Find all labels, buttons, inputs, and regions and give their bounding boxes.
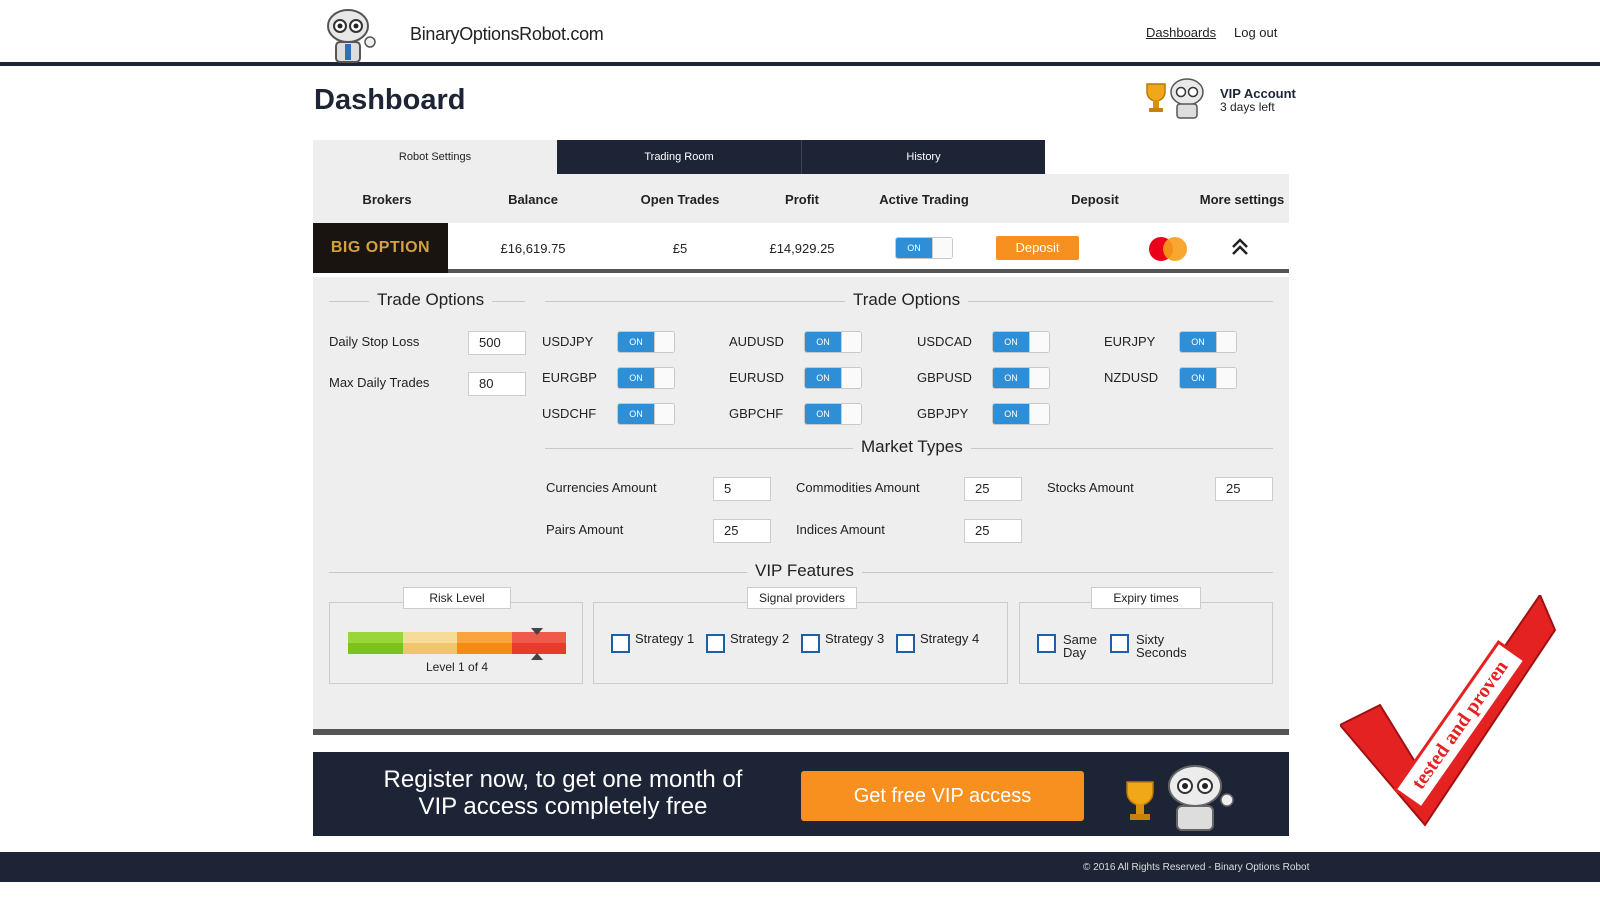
pair-label-eurjpy: EURJPY xyxy=(1104,334,1156,349)
toggle-gbpjpy[interactable]: ON xyxy=(992,403,1050,425)
trade-options-title-right: Trade Options xyxy=(845,290,969,310)
pair-label-gbpusd: GBPUSD xyxy=(917,370,972,385)
same-day-checkbox[interactable] xyxy=(1037,634,1056,653)
toggle-eurusd[interactable]: ON xyxy=(804,367,862,389)
indices-amount-label: Indices Amount xyxy=(796,522,885,537)
balance-value: £16,619.75 xyxy=(500,241,566,256)
pair-label-usdchf: USDCHF xyxy=(542,406,597,421)
page-title: Dashboard xyxy=(314,84,466,116)
tab-trading-room[interactable]: Trading Room xyxy=(557,140,801,174)
toggle-on-label: ON xyxy=(896,238,932,258)
toggle-eurjpy[interactable]: ON xyxy=(1179,331,1237,353)
col-more-settings: More settings xyxy=(1199,192,1285,207)
toggle-eurgbp[interactable]: ON xyxy=(617,367,675,389)
pair-label-usdcad: USDCAD xyxy=(917,334,972,349)
stocks-amount-input[interactable]: 25 xyxy=(1215,477,1273,501)
get-free-vip-button[interactable]: Get free VIP access xyxy=(801,771,1084,821)
nav-logout-link[interactable]: Log out xyxy=(1234,25,1277,40)
same-day-label: Same Day xyxy=(1063,632,1097,660)
sixty-seconds-label: Sixty Seconds xyxy=(1136,632,1187,660)
currencies-amount-label: Currencies Amount xyxy=(546,480,657,495)
tested-and-proven-checkmark-icon: tested and proven xyxy=(1340,595,1557,827)
pair-label-eurgbp: EURGBP xyxy=(542,370,597,385)
profit-value: £14,929.25 xyxy=(769,241,835,256)
strategy-3-label: Strategy 3 xyxy=(825,631,885,646)
tab-robot-settings[interactable]: Robot Settings xyxy=(313,140,557,174)
table-row: BIG OPTION £16,619.75 £5 £14,929.25 ON D… xyxy=(313,223,1289,273)
brokers-table-header: Brokers Balance Open Trades Profit Activ… xyxy=(313,174,1289,223)
commodities-amount-input[interactable]: 25 xyxy=(964,477,1022,501)
col-deposit: Deposit xyxy=(1071,192,1119,207)
toggle-gbpusd[interactable]: ON xyxy=(992,367,1050,389)
daily-stop-loss-label: Daily Stop Loss xyxy=(329,334,420,349)
risk-level-text: Level 1 of 4 xyxy=(426,660,489,674)
vip-days-left: 3 days left xyxy=(1220,100,1275,114)
pair-label-gbpchf: GBPCHF xyxy=(729,406,784,421)
col-brokers: Brokers xyxy=(362,192,412,207)
pair-label-eurusd: EURUSD xyxy=(729,370,784,385)
mastercard-icon[interactable] xyxy=(1145,236,1191,262)
pair-label-gbpjpy: GBPJPY xyxy=(917,406,969,421)
trade-options-title-left: Trade Options xyxy=(369,290,493,310)
signal-providers-label: Signal providers xyxy=(747,587,857,609)
toggle-usdchf[interactable]: ON xyxy=(617,403,675,425)
currencies-amount-input[interactable]: 5 xyxy=(713,477,771,501)
toggle-audusd[interactable]: ON xyxy=(804,331,862,353)
col-open-trades: Open Trades xyxy=(640,192,720,207)
risk-marker-icon[interactable] xyxy=(530,628,544,660)
stocks-amount-label: Stocks Amount xyxy=(1047,480,1134,495)
pair-label-audusd: AUDUSD xyxy=(729,334,784,349)
commodities-amount-label: Commodities Amount xyxy=(796,480,920,495)
vip-features-title: VIP Features xyxy=(747,561,862,581)
expiry-times-label: Expiry times xyxy=(1091,587,1201,609)
deposit-button[interactable]: Deposit xyxy=(996,236,1079,260)
tab-history[interactable]: History xyxy=(801,140,1045,174)
trophy-robot-icon xyxy=(1126,765,1234,831)
pairs-amount-input[interactable]: 25 xyxy=(713,519,771,543)
col-balance: Balance xyxy=(508,192,558,207)
risk-level-label: Risk Level xyxy=(403,587,511,609)
strategy-4-checkbox[interactable] xyxy=(896,634,915,653)
pairs-amount-label: Pairs Amount xyxy=(546,522,624,537)
register-banner: Register now, to get one month of VIP acc… xyxy=(313,752,1289,836)
pair-label-usdjpy: USDJPY xyxy=(542,334,594,349)
toggle-usdjpy[interactable]: ON xyxy=(617,331,675,353)
broker-logo[interactable]: BIG OPTION xyxy=(313,223,448,273)
strategy-2-checkbox[interactable] xyxy=(706,634,725,653)
toggle-nzdusd[interactable]: ON xyxy=(1179,367,1237,389)
toggle-gbpchf[interactable]: ON xyxy=(804,403,862,425)
vip-trophy-robot-icon xyxy=(1146,78,1204,119)
active-trading-toggle[interactable]: ON xyxy=(895,237,953,259)
strategy-1-checkbox[interactable] xyxy=(611,634,630,653)
nav-dashboards-link[interactable]: Dashboards xyxy=(1146,25,1216,40)
chevron-double-up-icon[interactable] xyxy=(1230,237,1250,257)
strategy-1-label: Strategy 1 xyxy=(635,631,695,646)
open-trades-value: £5 xyxy=(672,241,688,256)
banner-text: Register now, to get one month of VIP acc… xyxy=(383,766,743,820)
copyright-text: © 2016 All Rights Reserved - Binary Opti… xyxy=(1083,862,1310,873)
toggle-knob xyxy=(932,238,952,258)
site-footer: © 2016 All Rights Reserved - Binary Opti… xyxy=(0,852,1600,882)
site-header: BinaryOptionsRobot.com Dashboards Log ou… xyxy=(0,0,1600,66)
logo-text[interactable]: BinaryOptionsRobot.com xyxy=(410,24,604,45)
market-types-title: Market Types xyxy=(853,437,971,457)
robot-logo-icon[interactable] xyxy=(318,6,380,66)
daily-stop-loss-input[interactable]: 500 xyxy=(468,331,526,355)
strategy-4-label: Strategy 4 xyxy=(920,631,980,646)
strategy-2-label: Strategy 2 xyxy=(730,631,790,646)
sixty-seconds-checkbox[interactable] xyxy=(1110,634,1129,653)
max-daily-trades-label: Max Daily Trades xyxy=(329,375,430,390)
col-profit: Profit xyxy=(785,192,819,207)
indices-amount-input[interactable]: 25 xyxy=(964,519,1022,543)
toggle-usdcad[interactable]: ON xyxy=(992,331,1050,353)
max-daily-trades-input[interactable]: 80 xyxy=(468,372,526,396)
col-active-trading: Active Trading xyxy=(879,192,969,207)
strategy-3-checkbox[interactable] xyxy=(801,634,820,653)
pair-label-nzdusd: NZDUSD xyxy=(1104,370,1159,385)
vip-account-title: VIP Account xyxy=(1220,86,1296,101)
